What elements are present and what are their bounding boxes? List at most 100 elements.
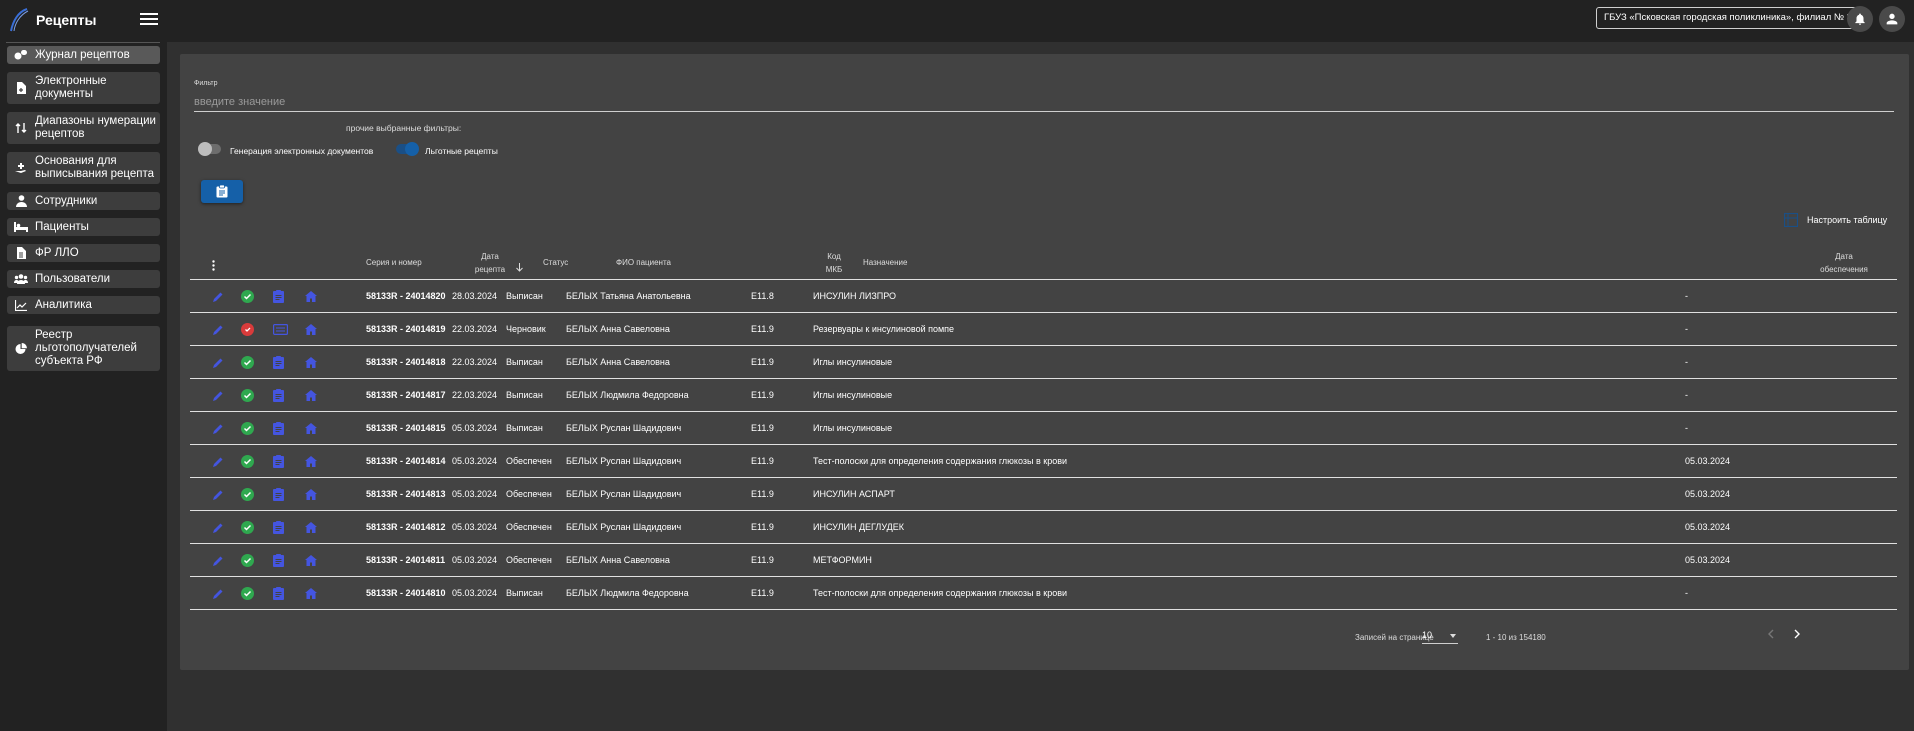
cell-series: 58133R - 24014810 (366, 588, 446, 598)
sidebar-item-prescription-journal[interactable]: Журнал рецептов (7, 46, 160, 64)
table-row[interactable]: 58133R - 24014817 22.03.2024 Выписан БЕЛЫХ … (190, 379, 1897, 412)
header-date[interactable]: Дата рецепта (470, 250, 510, 276)
sidebar-item-employees[interactable]: Сотрудники (7, 192, 160, 210)
header-purpose[interactable]: Назначение (863, 256, 907, 269)
sidebar-item-users[interactable]: Пользователи (7, 270, 160, 288)
table-row[interactable]: 58133R - 24014812 05.03.2024 Обеспечен БЕЛЫ… (190, 511, 1897, 544)
pencil-icon (213, 325, 223, 335)
table-row[interactable]: 58133R - 24014811 05.03.2024 Обеспечен БЕЛЫ… (190, 544, 1897, 577)
edit-button[interactable] (212, 577, 224, 610)
toggle-preferential[interactable] (396, 142, 419, 156)
edit-button[interactable] (212, 445, 224, 478)
column-menu-button[interactable] (212, 258, 215, 276)
prev-page-button[interactable] (1762, 626, 1778, 642)
cell-supply-date: - (1685, 588, 1688, 598)
cell-supply-date: 05.03.2024 (1685, 522, 1731, 532)
sidebar-item-fr-llo[interactable]: ФР ЛЛО (7, 244, 160, 262)
home-button[interactable] (305, 379, 317, 412)
home-button[interactable] (305, 445, 317, 478)
cell-purpose: Тест-полоски для определения содержания … (813, 456, 1068, 466)
cell-series: 58133R - 24014815 (366, 423, 446, 433)
organization-selector[interactable]: ГБУЗ «Псковская городская поликлиника», … (1596, 7, 1861, 29)
table-row[interactable]: 58133R - 24014814 05.03.2024 Обеспечен БЕЛЫ… (190, 445, 1897, 478)
home-button[interactable] (305, 280, 317, 313)
next-page-button[interactable] (1789, 626, 1805, 642)
document-button[interactable] (273, 412, 284, 445)
cell-date: 28.03.2024 (452, 291, 498, 301)
header-mkb[interactable]: Код МКБ (821, 250, 847, 276)
cell-status: Выписан (506, 423, 543, 433)
sidebar-item-patients[interactable]: Пациенты (7, 218, 160, 236)
table-row[interactable]: 58133R - 24014810 05.03.2024 Выписан БЕЛЫХ … (190, 577, 1897, 610)
check-circle-icon (241, 290, 254, 303)
sidebar-item-electronic-documents[interactable]: Электронные документы (7, 72, 160, 104)
cell-series: 58133R - 24014811 (366, 555, 446, 565)
table-row[interactable]: 58133R - 24014813 05.03.2024 Обеспечен БЕЛЫ… (190, 478, 1897, 511)
header-date-line2: рецепта (474, 265, 506, 274)
home-button[interactable] (305, 577, 317, 610)
users-icon (7, 274, 35, 284)
header-patient[interactable]: ФИО пациента (616, 256, 671, 269)
document-button[interactable] (273, 478, 284, 511)
home-icon (305, 588, 317, 599)
per-page-select[interactable]: 10 (1422, 628, 1458, 644)
edit-button[interactable] (212, 412, 224, 445)
document-icon (7, 82, 35, 94)
edit-button[interactable] (212, 544, 224, 577)
sort-down-icon[interactable] (516, 259, 523, 277)
configure-table-button[interactable]: Настроить таблицу (1784, 213, 1887, 227)
toggle-electronic-docs[interactable] (198, 142, 221, 156)
sidebar-item-numbering-ranges[interactable]: Диапазоны нумерации рецептов (7, 112, 160, 144)
table-row[interactable]: 58133R - 24014820 28.03.2024 Выписан БЕЛЫХ … (190, 280, 1897, 313)
filter-label: Фильтр (194, 80, 218, 87)
document-button[interactable] (273, 280, 284, 313)
home-button[interactable] (305, 511, 317, 544)
filter-input[interactable] (194, 92, 1894, 112)
sidebar-item-beneficiaries-registry[interactable]: Реестр льготополучателей субъекта РФ (7, 326, 160, 371)
menu-icon[interactable] (140, 11, 158, 29)
chevron-right-icon (1794, 629, 1800, 639)
edit-button[interactable] (212, 478, 224, 511)
header-supply-date[interactable]: Дата обеспечения (1814, 250, 1874, 276)
cell-mkb: E11.9 (751, 555, 774, 565)
cell-date: 05.03.2024 (452, 423, 498, 433)
cell-purpose: ИНСУЛИН ЛИЗПРО (813, 291, 897, 301)
edit-button[interactable] (212, 379, 224, 412)
sidebar-item-prescription-grounds[interactable]: Основания для выписывания рецепта (7, 152, 160, 184)
cell-mkb: E11.9 (751, 588, 774, 598)
table-row[interactable]: 58133R - 24014815 05.03.2024 Выписан БЕЛЫХ … (190, 412, 1897, 445)
document-button[interactable] (273, 379, 284, 412)
edit-button[interactable] (212, 346, 224, 379)
home-button[interactable] (305, 478, 317, 511)
toggle-electronic-docs-label: Генерация электронных документов (230, 146, 374, 156)
notifications-button[interactable] (1847, 6, 1873, 32)
cell-patient: БЕЛЫХ Людмила Федоровна (566, 588, 689, 598)
table-row[interactable]: 58133R - 24014818 22.03.2024 Выписан БЕЛЫХ … (190, 346, 1897, 379)
edit-button[interactable] (212, 280, 224, 313)
header-mkb-line2: МКБ (825, 265, 843, 274)
document-button[interactable] (273, 445, 284, 478)
home-button[interactable] (305, 544, 317, 577)
home-button[interactable] (305, 346, 317, 379)
clipboard-icon (273, 587, 284, 600)
document-button[interactable] (273, 577, 284, 610)
cell-patient: БЕЛЫХ Руслан Шадидович (566, 456, 682, 466)
sidebar-item-analytics[interactable]: Аналитика (7, 296, 160, 314)
check-circle-icon (241, 488, 254, 501)
header-series[interactable]: Серия и номер (366, 256, 422, 269)
document-button[interactable] (273, 544, 284, 577)
home-button[interactable] (305, 412, 317, 445)
header-status[interactable]: Статус (543, 256, 568, 269)
user-profile-button[interactable] (1879, 6, 1905, 32)
home-button[interactable] (305, 313, 317, 346)
clipboard-button[interactable] (201, 180, 243, 203)
edit-button[interactable] (212, 511, 224, 544)
edit-button[interactable] (212, 313, 224, 346)
home-icon (305, 489, 317, 500)
document-button[interactable] (273, 313, 288, 346)
document-button[interactable] (273, 346, 284, 379)
cell-mkb: E11.9 (751, 456, 774, 466)
status-indicator (241, 445, 254, 478)
document-button[interactable] (273, 511, 284, 544)
table-row[interactable]: 58133R - 24014819 22.03.2024 Черновик БЕЛЫХ… (190, 313, 1897, 346)
